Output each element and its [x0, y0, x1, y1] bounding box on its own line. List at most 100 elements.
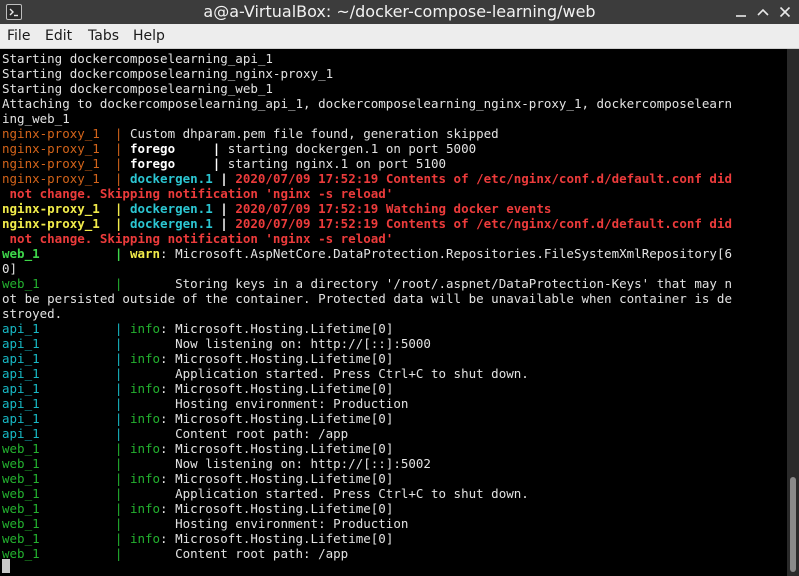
terminal-line: nginx-proxy_1 | Custom dhparam.pem file … — [2, 126, 732, 141]
terminal-line: api_1 | Now listening on: http://[::]:50… — [2, 336, 732, 351]
menu-help[interactable]: Help — [133, 27, 165, 45]
menu-file[interactable]: File — [7, 27, 30, 45]
terminal-text-segment: Application started. Press Ctrl+C to shu… — [129, 366, 529, 381]
terminal-text-segment: Starting dockercomposelearning_web_1 — [2, 81, 273, 96]
minimize-button[interactable] — [733, 4, 749, 20]
terminal-line: 0] — [2, 261, 732, 276]
terminal-text-segment: dockergen.1 — [129, 216, 213, 231]
terminal-line: api_1 | info: Microsoft.Hosting.Lifetime… — [2, 321, 732, 336]
terminal-text-segment: nginx-proxy_1 | — [2, 216, 130, 231]
terminal-text-segment: : Microsoft.Hosting.Lifetime[0] — [160, 381, 394, 396]
terminal-line: api_1 | Content root path: /app — [2, 426, 732, 441]
terminal-text-segment: web_1 | — [2, 246, 130, 261]
terminal-text-segment: ing_web_1 — [2, 111, 70, 126]
terminal-text-segment: info — [129, 531, 161, 546]
terminal-text-segment: starting nginx.1 on port 5100 — [227, 156, 447, 171]
terminal-text-segment: | — [212, 171, 236, 186]
terminal-text-segment: : Microsoft.Hosting.Lifetime[0] — [160, 321, 394, 336]
terminal-lines: Starting dockercomposelearning_api_1 Star… — [2, 51, 732, 561]
terminal-line: web_1 | warn: Microsoft.AspNetCore.DataP… — [2, 246, 732, 261]
terminal-text-segment: : Microsoft.Hosting.Lifetime[0] — [160, 441, 394, 456]
terminal-text-segment: Starting dockercomposelearning_nginx-pro… — [2, 66, 334, 81]
terminal-line: api_1 | info: Microsoft.Hosting.Lifetime… — [2, 351, 732, 366]
terminal-text-segment: api_1 | — [2, 381, 130, 396]
terminal-text-segment: nginx-proxy_1 | — [2, 201, 130, 216]
terminal-text-segment: | — [175, 141, 228, 156]
terminal-line: Starting dockercomposelearning_nginx-pro… — [2, 66, 732, 81]
terminal-line: api_1 | Application started. Press Ctrl+… — [2, 366, 732, 381]
terminal-text-segment: nginx-proxy_1 | — [2, 126, 130, 141]
terminal-text-segment: info — [129, 381, 161, 396]
terminal-text-segment: ot be persisted outside of the container… — [2, 291, 732, 306]
terminal-cursor — [2, 559, 10, 573]
terminal-text-segment: stroyed. — [2, 306, 63, 321]
terminal-text-segment: api_1 | — [2, 351, 130, 366]
terminal-line: web_1 | Storing keys in a directory '/ro… — [2, 276, 732, 291]
terminal-line: web_1 | Application started. Press Ctrl+… — [2, 486, 732, 501]
terminal-line: nginx-proxy_1 | dockergen.1 | 2020/07/09… — [2, 171, 732, 186]
maximize-button[interactable] — [755, 4, 771, 20]
terminal-line: api_1 | info: Microsoft.Hosting.Lifetime… — [2, 411, 732, 426]
terminal-text-segment: info — [129, 351, 161, 366]
terminal-text-segment: forego — [129, 141, 176, 156]
terminal-text-segment: | — [175, 156, 228, 171]
maximize-icon — [757, 8, 769, 16]
terminal-text-segment: info — [129, 411, 161, 426]
terminal-text-segment: : Microsoft.Hosting.Lifetime[0] — [160, 471, 394, 486]
terminal-text-segment: : Microsoft.Hosting.Lifetime[0] — [160, 501, 394, 516]
terminal-text-segment: web_1 | — [2, 471, 130, 486]
terminal-text-segment: api_1 | — [2, 396, 130, 411]
menu-bar: File Edit Tabs Help — [0, 24, 799, 49]
terminal-text-segment: web_1 | — [2, 441, 130, 456]
terminal-text-segment: warn — [129, 246, 161, 261]
terminal-line: web_1 | info: Microsoft.Hosting.Lifetime… — [2, 441, 732, 456]
terminal-text-segment: Hosting environment: Production — [129, 516, 409, 531]
terminal-text-segment: web_1 | — [2, 486, 130, 501]
menu-edit[interactable]: Edit — [45, 27, 72, 45]
terminal-line: not change. Skipping notification 'nginx… — [2, 186, 732, 201]
terminal-line: not change. Skipping notification 'nginx… — [2, 231, 732, 246]
terminal-line: web_1 | Now listening on: http://[::]:50… — [2, 456, 732, 471]
terminal-line: api_1 | info: Microsoft.Hosting.Lifetime… — [2, 381, 732, 396]
scrollbar-thumb[interactable] — [790, 477, 796, 572]
terminal-output[interactable]: Starting dockercomposelearning_api_1 Star… — [0, 49, 787, 576]
title-bar[interactable]: a@a-VirtualBox: ~/docker-compose-learnin… — [0, 0, 799, 24]
terminal-line: web_1 | Hosting environment: Production — [2, 516, 732, 531]
terminal-text-segment: Hosting environment: Production — [129, 396, 409, 411]
terminal-line: nginx-proxy_1 | dockergen.1 | 2020/07/09… — [2, 201, 732, 216]
terminal-text-segment: Custom dhparam.pem file found, generatio… — [129, 126, 499, 141]
terminal-line: web_1 | info: Microsoft.Hosting.Lifetime… — [2, 531, 732, 546]
terminal-text-segment: info — [129, 441, 161, 456]
terminal-text-segment: : Microsoft.Hosting.Lifetime[0] — [160, 531, 394, 546]
terminal-line: ing_web_1 — [2, 111, 732, 126]
terminal-line: web_1 | info: Microsoft.Hosting.Lifetime… — [2, 501, 732, 516]
terminal-text-segment: 0] — [2, 261, 18, 276]
terminal-text-segment: web_1 | — [2, 276, 130, 291]
terminal-text-segment: Storing keys in a directory '/root/.aspn… — [129, 276, 732, 291]
terminal-text-segment: : Microsoft.Hosting.Lifetime[0] — [160, 411, 394, 426]
terminal-line: nginx-proxy_1 | forego | starting docker… — [2, 141, 732, 156]
terminal-text-segment: | — [212, 216, 236, 231]
terminal-text-segment: Application started. Press Ctrl+C to shu… — [129, 486, 529, 501]
close-button[interactable] — [777, 4, 793, 20]
terminal-text-segment: nginx-proxy_1 | — [2, 171, 130, 186]
terminal-text-segment: Content root path: /app — [129, 546, 349, 561]
terminal-text-segment: dockergen.1 — [129, 201, 213, 216]
terminal-text-segment: Now listening on: http://[::]:5000 — [129, 336, 431, 351]
terminal-text-segment: api_1 | — [2, 336, 130, 351]
terminal-text-segment: dockergen.1 — [129, 171, 213, 186]
close-icon — [779, 6, 791, 18]
terminal-line: nginx-proxy_1 | dockergen.1 | 2020/07/09… — [2, 216, 732, 231]
terminal-text-segment: Attaching to dockercomposelearning_api_1… — [2, 96, 732, 111]
terminal-text-segment: nginx-proxy_1 | — [2, 156, 130, 171]
terminal-text-segment: : Microsoft.AspNetCore.DataProtection.Re… — [160, 246, 732, 261]
terminal-text-segment: starting dockergen.1 on port 5000 — [227, 141, 477, 156]
terminal-line: web_1 | info: Microsoft.Hosting.Lifetime… — [2, 471, 732, 486]
terminal-scrollbar[interactable] — [787, 49, 799, 576]
terminal-text-segment: web_1 | — [2, 546, 130, 561]
menu-tabs[interactable]: Tabs — [88, 27, 119, 45]
terminal-text-segment: not change. Skipping notification 'nginx… — [2, 231, 394, 246]
terminal-text-segment: info — [129, 471, 161, 486]
terminal-text-segment: info — [129, 321, 161, 336]
window-title: a@a-VirtualBox: ~/docker-compose-learnin… — [203, 2, 596, 21]
